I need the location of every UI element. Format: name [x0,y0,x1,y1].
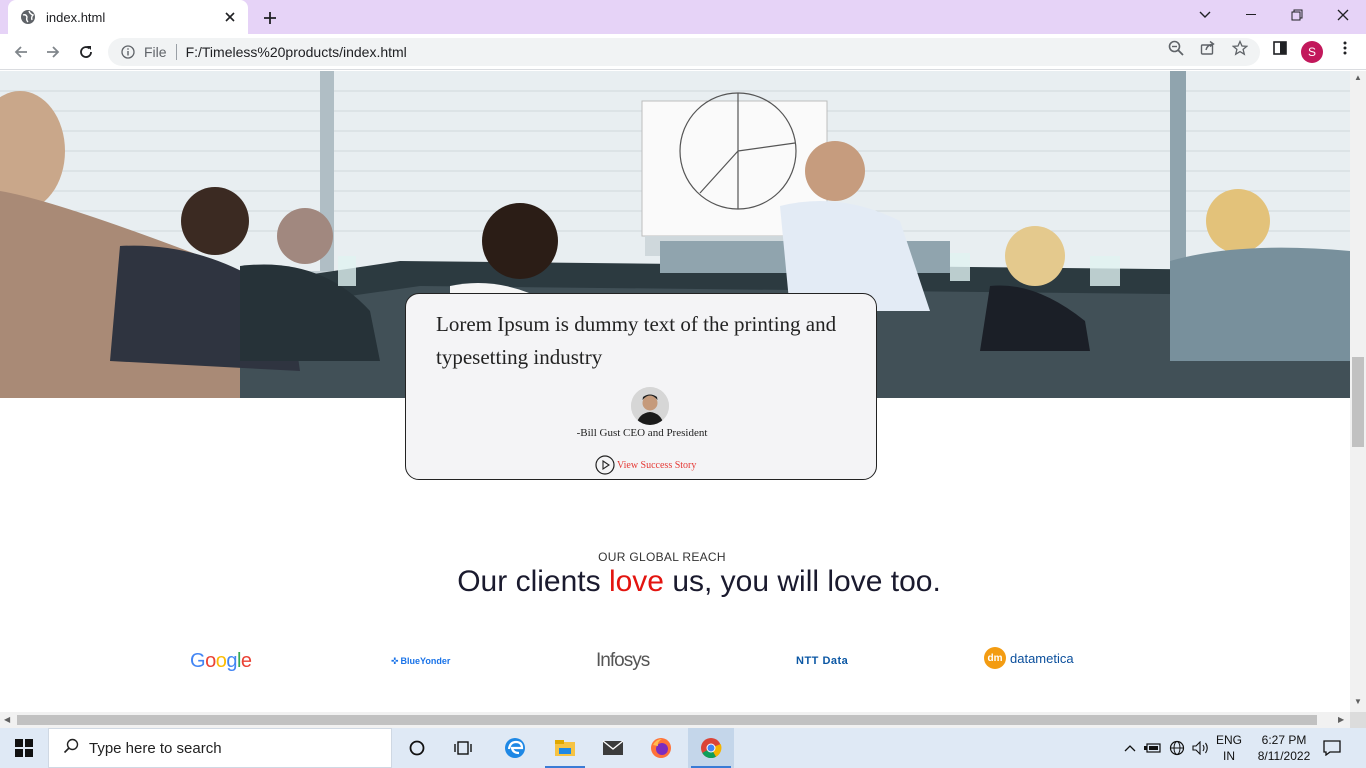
clock-date: 8/11/2022 [1257,749,1311,763]
close-tab-icon[interactable] [222,9,238,25]
minimize-button[interactable] [1228,0,1274,30]
bookmark-star-icon[interactable] [1232,40,1248,56]
google-logo: Google [190,649,252,672]
heading-text-start: Our clients [457,565,609,598]
mail-icon[interactable] [590,728,636,768]
task-view-icon[interactable] [440,728,486,768]
language-code: ENG [1216,733,1243,747]
input-language-indicator[interactable]: ENG IN [1216,732,1242,764]
taskbar-clock[interactable]: 6:27 PM 8/11/2022 [1252,732,1316,764]
blueyonder-mark-icon: ✜ [391,655,399,666]
infosys-logo: Infosys [596,650,650,671]
profile-avatar[interactable]: S [1301,41,1323,63]
windows-taskbar: Type here to search ENG IN 6:27 PM 8/11/ [0,728,1366,768]
heading-text-end: us, you will love too. [663,565,941,598]
notification-center-icon[interactable] [1320,737,1344,759]
windows-logo-icon [15,739,33,757]
battery-icon[interactable] [1143,738,1163,758]
datametica-logo-text: datametica [1010,650,1074,666]
tab-search-chevron-icon[interactable] [1182,0,1228,30]
search-icon [63,738,79,759]
tab-title: index.html [46,9,106,25]
show-hidden-icons-icon[interactable] [1120,738,1140,758]
scrollbar-corner [1350,712,1366,728]
browser-tab[interactable]: index.html [8,0,248,34]
zoom-icon[interactable] [1168,40,1184,56]
page-viewport: Lorem Ipsum is dummy text of the printin… [0,71,1350,712]
reload-button[interactable] [73,39,99,65]
scroll-up-icon[interactable]: ▲ [1354,73,1362,82]
blueyonder-logo: ✜ BlueYonder [391,646,450,676]
region-code: IN [1223,749,1235,763]
restore-button[interactable] [1274,0,1320,30]
heading-accent-word: love [608,565,664,598]
datametica-badge: dm [984,647,1006,669]
side-panel-icon[interactable] [1272,40,1288,56]
scroll-right-icon[interactable]: ▶ [1338,715,1344,724]
site-info-icon[interactable] [120,44,136,60]
play-circle-icon [594,454,616,476]
browser-menu-icon[interactable] [1337,40,1353,56]
scheme-label: File [144,44,167,60]
horizontal-scroll-thumb[interactable] [17,715,1317,725]
start-button[interactable] [0,728,48,768]
clock-time: 6:27 PM [1261,733,1307,747]
share-icon[interactable] [1200,40,1216,56]
volume-icon[interactable] [1191,738,1211,758]
vertical-scroll-thumb[interactable] [1352,357,1364,447]
blueyonder-logo-text: BlueYonder [400,656,451,666]
testimonial-author: -Bill Gust CEO and President [576,427,708,439]
globe-icon [20,9,36,25]
back-button[interactable] [8,39,34,65]
view-success-story-link[interactable]: View Success Story [594,454,696,476]
browser-tab-strip: index.html [0,0,1366,34]
close-window-button[interactable] [1320,0,1366,30]
browser-toolbar: File F:/Timeless%20products/index.html S [0,34,1366,70]
ntt-data-logo: NTT Data [796,655,849,667]
edge-browser-icon[interactable] [492,728,538,768]
file-explorer-icon[interactable] [542,728,588,768]
clients-heading: Our clients love us, you will love too. [0,565,1350,599]
search-placeholder: Type here to search [89,739,222,757]
address-bar[interactable]: File F:/Timeless%20products/index.html [108,38,1260,66]
forward-button[interactable] [40,39,66,65]
horizontal-scrollbar[interactable]: ◀ ▶ [0,712,1350,728]
firefox-icon[interactable] [638,728,684,768]
cortana-icon[interactable] [394,728,440,768]
testimonial-card: Lorem Ipsum is dummy text of the printin… [405,293,877,480]
datametica-logo: dm datametica [984,643,1074,673]
chrome-icon[interactable] [688,728,734,768]
url-text[interactable]: F:/Timeless%20products/index.html [186,44,407,60]
taskbar-search-box[interactable]: Type here to search [48,728,392,768]
network-globe-icon[interactable] [1167,738,1187,758]
scroll-down-icon[interactable]: ▼ [1354,697,1362,706]
vertical-scrollbar[interactable]: ▲ ▼ [1350,71,1366,712]
author-photo [631,387,669,425]
omnibox-divider [175,44,177,60]
new-tab-button[interactable] [258,6,282,30]
view-success-story-label: View Success Story [617,459,697,471]
section-eyebrow: OUR GLOBAL REACH [598,550,726,564]
testimonial-quote: Lorem Ipsum is dummy text of the printin… [436,312,837,369]
scroll-left-icon[interactable]: ◀ [4,715,10,724]
